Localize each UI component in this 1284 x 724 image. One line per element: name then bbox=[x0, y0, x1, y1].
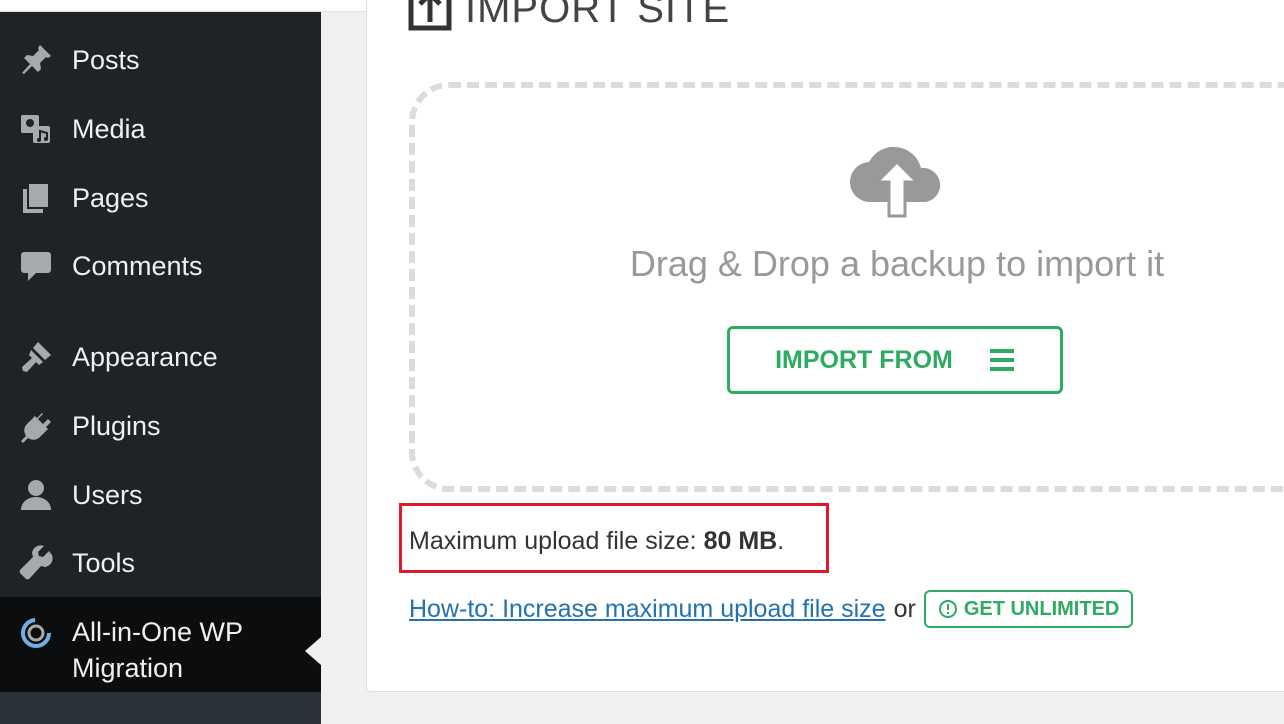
pin-icon bbox=[16, 40, 56, 80]
sidebar-item-label: Plugins bbox=[72, 410, 161, 441]
upload-icon bbox=[408, 0, 452, 31]
ai1wm-icon bbox=[16, 613, 56, 653]
max-upload-value: 80 MB bbox=[703, 527, 778, 555]
drop-zone[interactable] bbox=[409, 82, 1284, 492]
get-unlimited-button[interactable]: GET UNLIMITED bbox=[923, 590, 1134, 628]
current-menu-arrow bbox=[305, 637, 321, 665]
sidebar-item-pages[interactable]: Pages bbox=[0, 168, 321, 228]
sidebar-item-label: Tools bbox=[72, 547, 136, 578]
max-upload-size: Maximum upload file size: 80 MB. bbox=[409, 527, 784, 556]
sidebar-item-label: Posts bbox=[72, 44, 140, 75]
page-title: IMPORT SITE bbox=[407, 0, 730, 32]
howto-increase-upload-link[interactable]: How-to: Increase maximum upload file siz… bbox=[409, 595, 886, 624]
sidebar-item-label: Users bbox=[72, 479, 143, 510]
page-title-text: IMPORT SITE bbox=[465, 0, 731, 31]
sidebar-item-all-in-one-wp-migration[interactable]: All-in-One WP Migration bbox=[0, 597, 321, 705]
help-line: How-to: Increase maximum upload file siz… bbox=[409, 590, 1134, 628]
or-text: or bbox=[893, 594, 916, 623]
import-panel: IMPORT SITE Drag & Drop a backup to impo… bbox=[366, 0, 1284, 692]
import-from-label: IMPORT FROM bbox=[775, 345, 953, 374]
hamburger-icon bbox=[989, 349, 1014, 371]
sidebar-item-posts[interactable]: Posts bbox=[0, 30, 321, 90]
pages-icon bbox=[16, 178, 56, 218]
sidebar-item-appearance[interactable]: Appearance bbox=[0, 327, 321, 387]
sidebar-item-label: Comments bbox=[72, 250, 203, 281]
sidebar-item-users[interactable]: Users bbox=[0, 465, 321, 525]
wrench-icon bbox=[16, 543, 56, 583]
sidebar-item-plugins[interactable]: Plugins bbox=[0, 396, 321, 456]
cloud-upload-icon bbox=[849, 146, 941, 218]
sidebar-item-media[interactable]: Media bbox=[0, 99, 321, 159]
max-upload-period: . bbox=[777, 527, 785, 555]
sidebar-item-tools[interactable]: Tools bbox=[0, 533, 321, 593]
sidebar-item-label: All-in-One WP Migration bbox=[72, 617, 243, 683]
sidebar-item-label: Appearance bbox=[72, 341, 218, 372]
paintbrush-icon bbox=[16, 337, 56, 377]
alert-circle-icon bbox=[938, 600, 957, 618]
user-icon bbox=[16, 475, 56, 515]
admin-sidebar: Posts Media Pages Comments Appearance Pl… bbox=[0, 12, 321, 724]
media-icon bbox=[16, 109, 56, 149]
drop-instructions: Drag & Drop a backup to import it bbox=[629, 243, 1165, 284]
sidebar-item-comments[interactable]: Comments bbox=[0, 236, 321, 296]
comment-icon bbox=[16, 246, 56, 286]
submenu-area bbox=[0, 692, 321, 724]
sidebar-item-label: Pages bbox=[72, 182, 149, 213]
import-from-button[interactable]: IMPORT FROM bbox=[727, 326, 1063, 394]
plugin-icon bbox=[16, 406, 56, 446]
max-upload-label: Maximum upload file size: bbox=[409, 527, 704, 555]
get-unlimited-label: GET UNLIMITED bbox=[963, 597, 1120, 620]
sidebar-item-label: Media bbox=[72, 113, 146, 144]
